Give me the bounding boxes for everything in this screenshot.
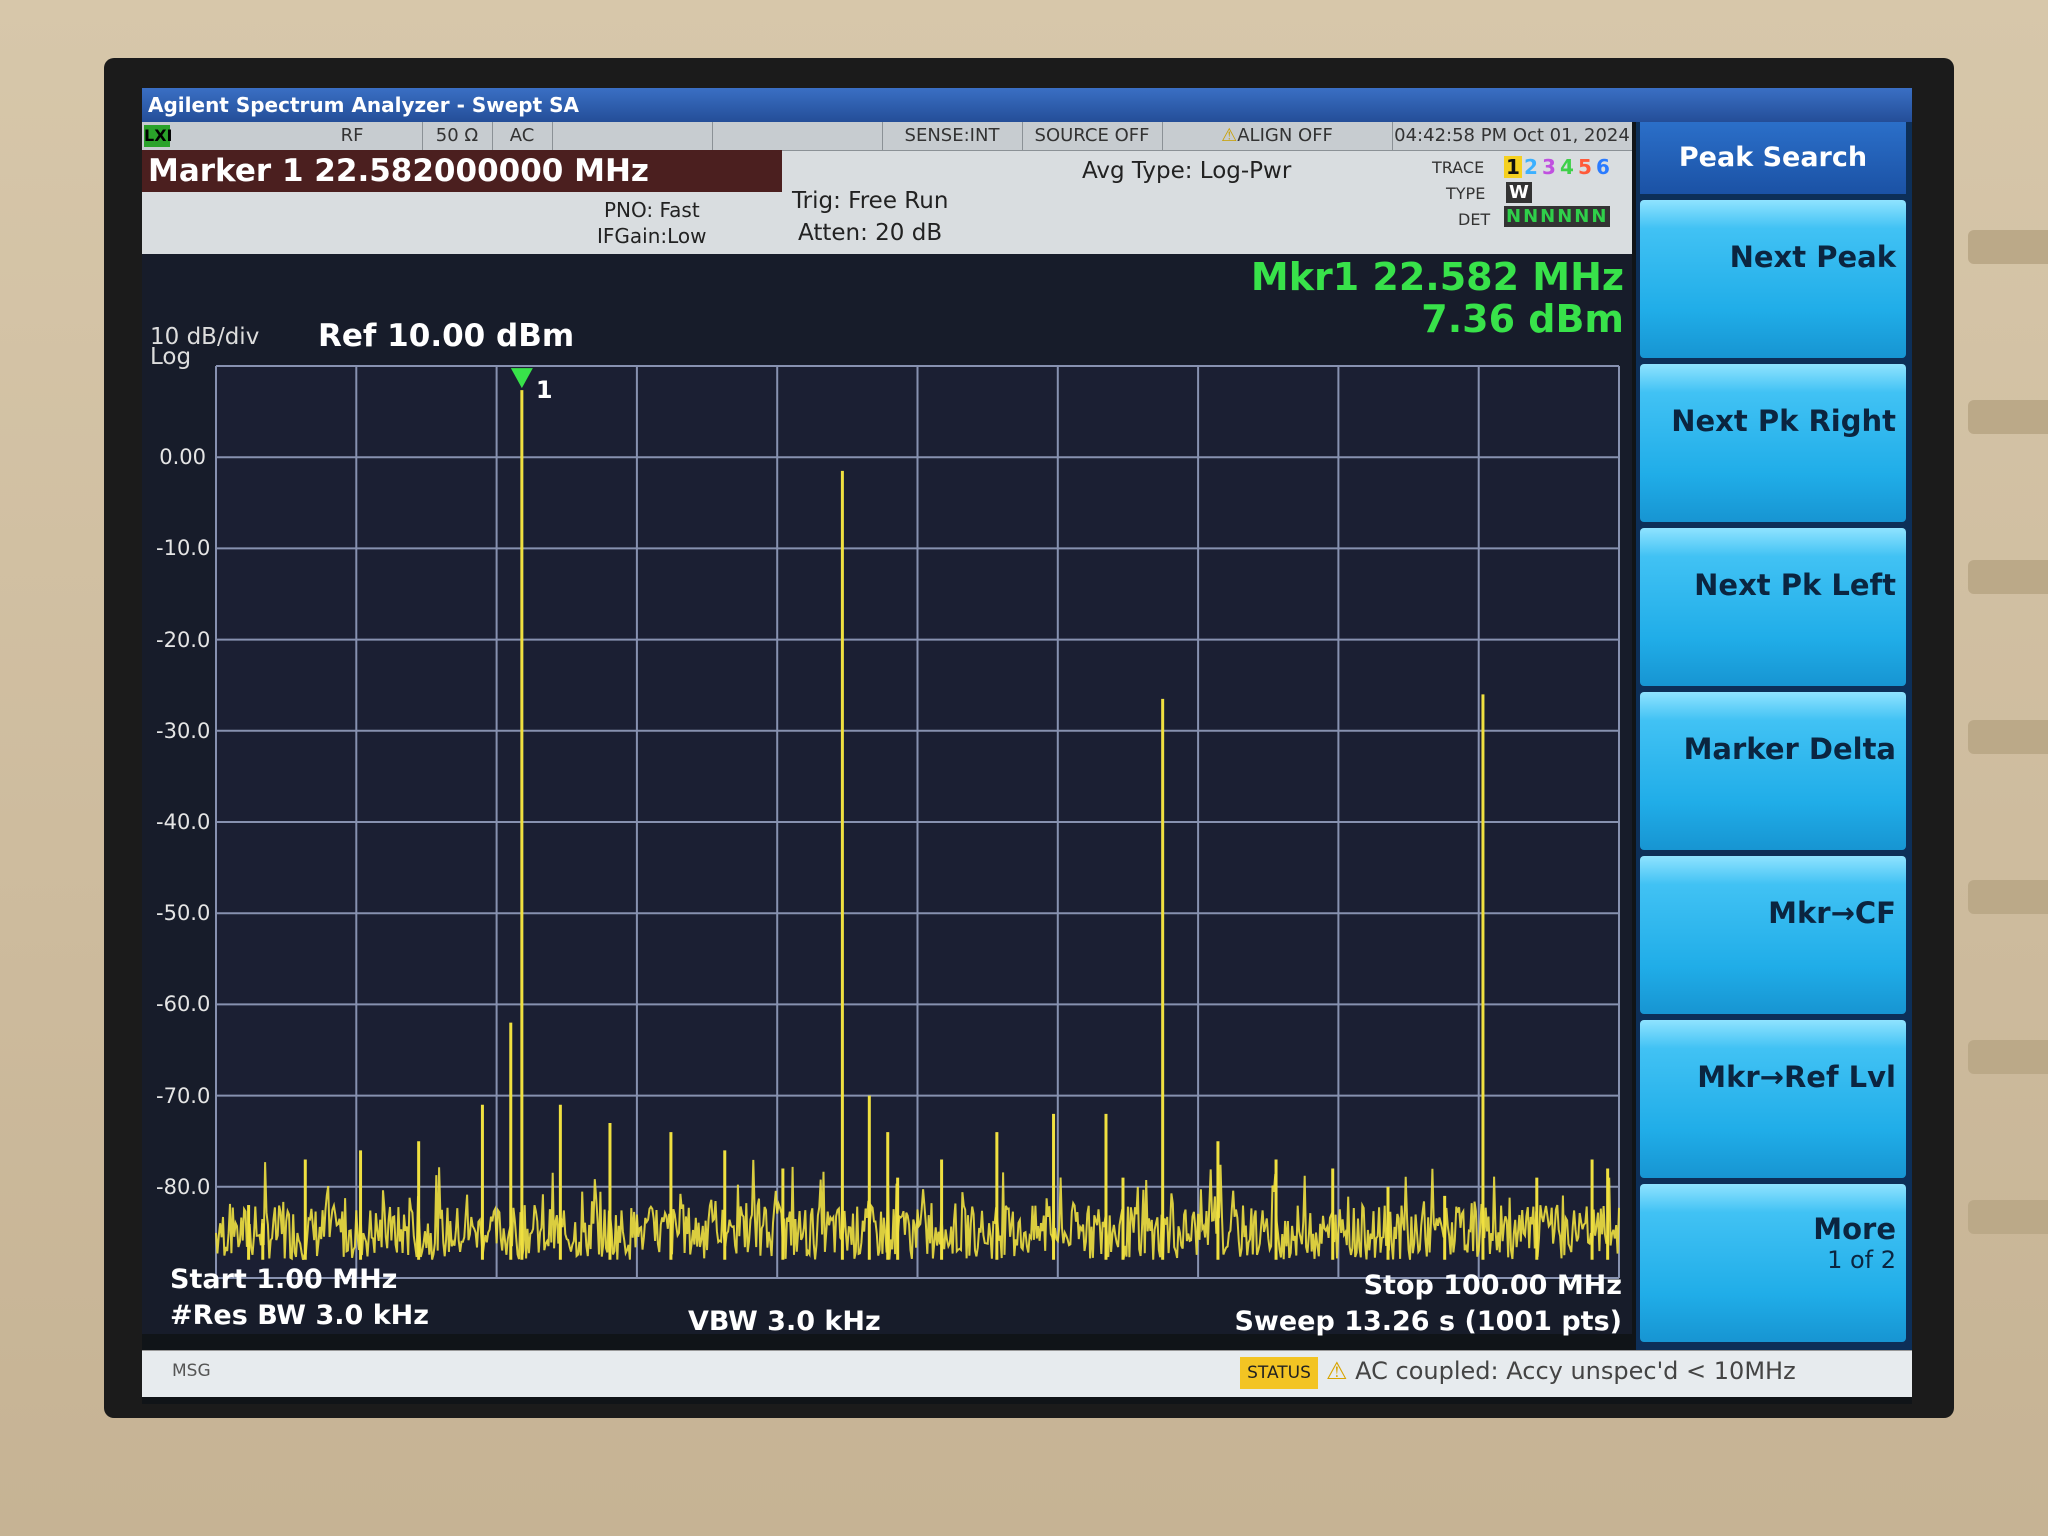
softkey-menu-title: Peak Search: [1640, 122, 1906, 194]
bezel-rib: [1968, 1040, 2048, 1074]
softkey-more[interactable]: More 1 of 2: [1640, 1184, 1906, 1342]
align-status: ⚠ALIGN OFF: [1162, 122, 1393, 150]
softkey-next-peak[interactable]: Next Peak: [1640, 200, 1906, 358]
detector-type: NNNNNN: [1504, 206, 1611, 227]
status-message-text: AC coupled: Accy unspec'd < 10MHz: [1355, 1357, 1796, 1385]
coupling-label: AC: [492, 122, 553, 150]
status-spacer: [712, 122, 883, 150]
stop-frequency[interactable]: Stop 100.00 MHz: [1364, 1270, 1622, 1301]
trace-label: TRACE: [1432, 158, 1485, 177]
type-label: TYPE: [1446, 184, 1486, 203]
softkey-next-pk-right[interactable]: Next Pk Right: [1640, 364, 1906, 522]
warning-icon: ⚠: [1221, 125, 1238, 146]
lxi-badge: LXI: [144, 125, 173, 147]
softkey-label: More: [1813, 1212, 1896, 1246]
trace-numbers: 123456: [1504, 156, 1612, 178]
bezel-rib: [1968, 1200, 2048, 1234]
trace-number-2[interactable]: 2: [1522, 156, 1540, 178]
warning-icon: ⚠: [1326, 1357, 1348, 1385]
trace-number-1[interactable]: 1: [1504, 156, 1522, 178]
video-bandwidth[interactable]: VBW 3.0 kHz: [688, 1306, 881, 1337]
softkey-next-pk-left[interactable]: Next Pk Left: [1640, 528, 1906, 686]
trace-panel: TRACE TYPE DET 123456 W NNNNNN: [1432, 156, 1632, 254]
status-message: ⚠ AC coupled: Accy unspec'd < 10MHz: [1326, 1357, 1796, 1385]
window-title: Agilent Spectrum Analyzer - Swept SA: [142, 88, 1912, 122]
softkey-mkr-ref-lvl[interactable]: Mkr→Ref Lvl: [1640, 1020, 1906, 1178]
attenuation-label: Atten: 20 dB: [798, 220, 943, 246]
softkey-sublabel: 1 of 2: [1827, 1246, 1896, 1274]
det-label: DET: [1458, 210, 1491, 229]
ifgain-label: IFGain:Low: [597, 224, 707, 248]
softkey-panel: Peak Search Next Peak Next Pk Right Next P…: [1636, 122, 1912, 1368]
status-row: LXI RF 50 Ω AC SENSE:INT SOURCE OFF ⚠ALI…: [142, 122, 1632, 151]
impedance-label: 50 Ω: [422, 122, 493, 150]
analyzer-screen: Agilent Spectrum Analyzer - Swept SA LXI…: [142, 88, 1912, 1404]
trace-number-6[interactable]: 6: [1594, 156, 1612, 178]
softkey-label: Next Peak: [1729, 240, 1896, 274]
sweep-time[interactable]: Sweep 13.26 s (1001 pts): [1234, 1306, 1622, 1337]
softkey-mkr-cf[interactable]: Mkr→CF: [1640, 856, 1906, 1014]
bezel-rib: [1968, 230, 2048, 264]
resolution-bandwidth[interactable]: #Res BW 3.0 kHz: [170, 1300, 429, 1331]
trigger-label: Trig: Free Run: [792, 188, 949, 214]
softkey-label: Marker Delta: [1683, 732, 1896, 766]
spectrum-plot[interactable]: 1: [142, 254, 1632, 1334]
message-bar: MSG STATUS ⚠ AC coupled: Accy unspec'd <…: [142, 1350, 1912, 1397]
status-header: LXI RF 50 Ω AC SENSE:INT SOURCE OFF ⚠ALI…: [142, 122, 1632, 254]
trace-number-3[interactable]: 3: [1540, 156, 1558, 178]
softkey-label: Mkr→CF: [1768, 896, 1896, 930]
source-label: SOURCE OFF: [1022, 122, 1163, 150]
sense-label: SENSE:INT: [882, 122, 1023, 150]
start-frequency[interactable]: Start 1.00 MHz: [170, 1264, 397, 1295]
marker-1-icon: [510, 368, 533, 389]
softkey-label: Mkr→Ref Lvl: [1697, 1060, 1896, 1094]
bezel-rib: [1968, 720, 2048, 754]
status-chip[interactable]: STATUS: [1240, 1357, 1318, 1389]
msg-label: MSG: [172, 1361, 211, 1381]
softkey-label: Next Pk Left: [1694, 568, 1896, 602]
status-spacer: [552, 122, 713, 150]
spectrum-display: 10 dB/div Log Ref 10.00 dBm Mkr1 22.582 …: [142, 254, 1632, 1337]
bezel-rib: [1968, 880, 2048, 914]
active-marker-frequency[interactable]: Marker 1 22.582000000 MHz: [142, 150, 782, 192]
bezel-rib: [1968, 560, 2048, 594]
bezel-rib: [1968, 400, 2048, 434]
marker-1-flag: 1: [536, 376, 553, 404]
trace-number-4[interactable]: 4: [1558, 156, 1576, 178]
align-label: ALIGN OFF: [1237, 125, 1333, 146]
pno-label: PNO: Fast: [604, 198, 700, 222]
datetime: 04:42:58 PM Oct 01, 2024: [1394, 125, 1630, 146]
softkey-label: Next Pk Right: [1671, 404, 1896, 438]
softkey-marker-delta[interactable]: Marker Delta: [1640, 692, 1906, 850]
trace-type: W: [1506, 182, 1532, 203]
avg-type-label: Avg Type: Log-Pwr: [1082, 158, 1292, 184]
trace-number-5[interactable]: 5: [1576, 156, 1594, 178]
rf-input-label: RF: [282, 122, 423, 150]
